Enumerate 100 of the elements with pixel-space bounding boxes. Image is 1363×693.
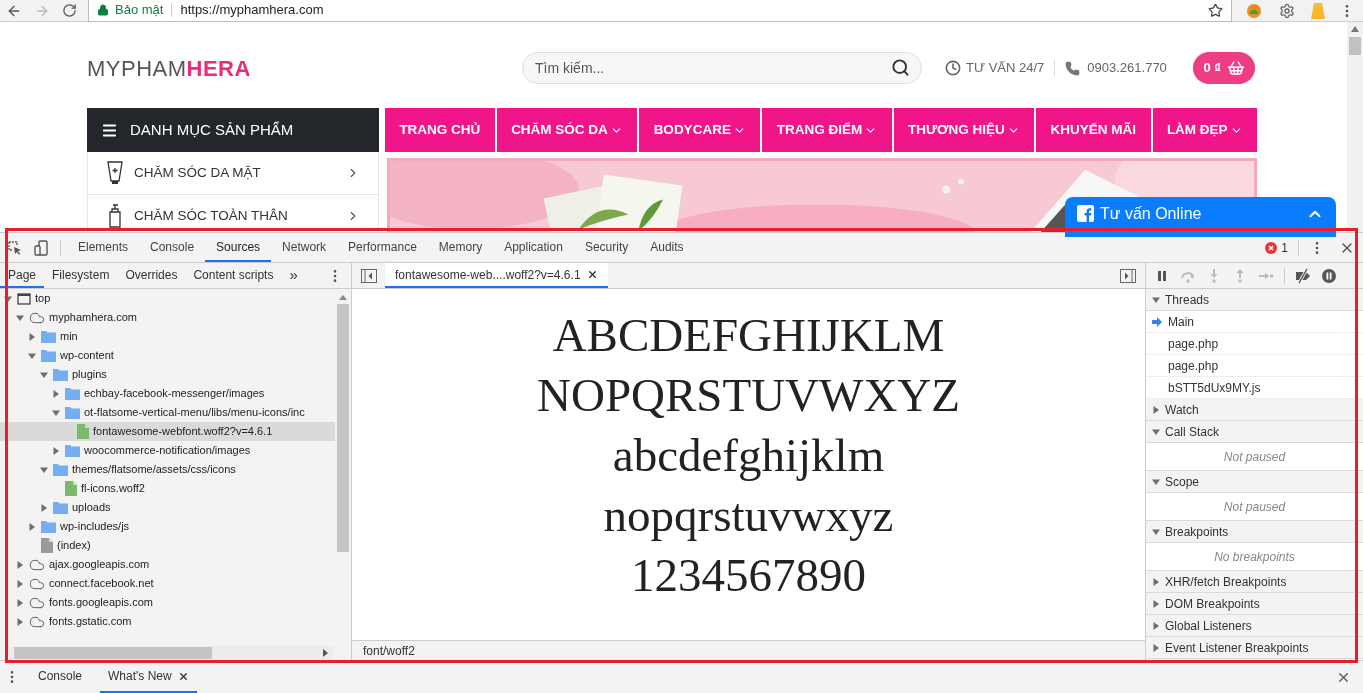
panel-tab[interactable]: Memory	[427, 233, 494, 262]
caret-icon[interactable]	[1152, 599, 1160, 608]
caret-icon[interactable]	[16, 560, 24, 569]
sidebar-toggle-icon[interactable]	[1120, 268, 1136, 283]
navigator-tab[interactable]: Filesystem	[44, 263, 118, 288]
tree-item[interactable]: woocommerce-notification/images	[0, 441, 335, 460]
tree-item[interactable]: uploads	[0, 498, 335, 517]
panel-tab[interactable]: Sources	[205, 233, 272, 262]
tree-item[interactable]: ot-flatsome-vertical-menu/libs/menu-icons/inc	[0, 403, 335, 422]
section-header[interactable]: Breakpoints	[1146, 521, 1363, 543]
section-header[interactable]: Event Listener Breakpoints	[1146, 637, 1363, 659]
tree-item[interactable]: plugins	[0, 365, 335, 384]
caret-icon[interactable]	[1152, 405, 1160, 414]
thread-item[interactable]: page.php	[1146, 355, 1363, 377]
caret-icon[interactable]	[28, 351, 36, 360]
section-header[interactable]: Threads	[1146, 289, 1363, 311]
close-icon[interactable]	[586, 269, 598, 280]
section-header[interactable]: Scope	[1146, 471, 1363, 493]
panel-tab[interactable]: Security	[573, 233, 640, 262]
device-icon[interactable]	[34, 239, 48, 256]
caret-icon[interactable]	[16, 617, 24, 626]
caret-icon[interactable]	[52, 389, 60, 398]
editor-tab[interactable]: fontawesome-web....woff2?v=4.6.1	[385, 263, 608, 288]
scrollbar-thumb[interactable]	[337, 304, 349, 552]
sidebar-toggle-icon[interactable]	[361, 268, 377, 283]
caret-icon[interactable]	[1152, 295, 1160, 304]
nav-item[interactable]: THƯƠNG HIỆU	[893, 108, 1035, 152]
scrollbar-thumb[interactable]	[1349, 37, 1361, 55]
section-header[interactable]: XHR/fetch Breakpoints	[1146, 571, 1363, 593]
category-item[interactable]: CHĂM SÓC DA MẶT	[88, 152, 378, 195]
drawer-tab[interactable]: What's New	[100, 661, 197, 693]
section-header[interactable]: Call Stack	[1146, 421, 1363, 443]
tree-item[interactable]: fonts.googleapis.com	[0, 593, 335, 612]
pause-exceptions-icon[interactable]	[1321, 267, 1337, 284]
cart-button[interactable]: 0 ₫	[1193, 52, 1255, 84]
nav-item[interactable]: TRANG ĐIỂM	[762, 108, 892, 152]
address-bar[interactable]: Bảo mật https://myphamhera.com	[88, 0, 1232, 22]
tree-item[interactable]: min	[0, 327, 335, 346]
panel-tab[interactable]: Network	[271, 233, 338, 262]
caret-icon[interactable]	[16, 313, 24, 322]
deactivate-breakpoints-icon[interactable]	[1295, 267, 1311, 284]
caret-icon[interactable]	[40, 465, 48, 474]
caret-icon[interactable]	[1152, 621, 1160, 630]
thread-item[interactable]: page.php	[1146, 333, 1363, 355]
section-header[interactable]: Global Listeners	[1146, 615, 1363, 637]
panel-tab[interactable]: Application	[493, 233, 574, 262]
star-icon[interactable]	[1208, 2, 1223, 18]
settings-icon[interactable]	[1279, 2, 1295, 19]
extension-icon[interactable]	[1246, 2, 1262, 19]
caret-icon[interactable]	[28, 332, 36, 341]
thread-item[interactable]: Main	[1146, 311, 1363, 333]
navigator-tab[interactable]: Page	[0, 263, 45, 288]
tree-item[interactable]: top	[0, 289, 335, 308]
tree-item[interactable]: myphamhera.com	[0, 308, 335, 327]
tree-item[interactable]: ajax.googleapis.com	[0, 555, 335, 574]
scroll-up-icon[interactable]	[1351, 26, 1359, 32]
caret-icon[interactable]	[28, 522, 36, 531]
caret-icon[interactable]	[1152, 427, 1160, 436]
caret-icon[interactable]	[16, 598, 24, 607]
chat-widget[interactable]: Tư vấn Online	[1065, 197, 1336, 237]
caret-icon[interactable]	[1152, 577, 1160, 586]
navigator-tab[interactable]: Overrides	[117, 263, 186, 288]
caret-icon[interactable]	[52, 446, 60, 455]
tree-item[interactable]: echbay-facebook-messenger/images	[0, 384, 335, 403]
nav-item[interactable]: BODYCARE	[639, 108, 761, 152]
tree-item[interactable]: fontawesome-webfont.woff2?v=4.6.1	[0, 422, 335, 441]
inspect-icon[interactable]	[8, 240, 22, 255]
nav-item[interactable]: LÀM ĐẸP	[1152, 108, 1257, 152]
caret-icon[interactable]	[52, 408, 60, 417]
tree-item[interactable]: wp-content	[0, 346, 335, 365]
caret-icon[interactable]	[1152, 643, 1160, 652]
more-tabs-button[interactable]: »	[281, 263, 306, 288]
tree-item[interactable]: fl-icons.woff2	[0, 479, 335, 498]
caret-icon[interactable]	[40, 370, 48, 379]
tree-item[interactable]: fonts.gstatic.com	[0, 612, 335, 631]
section-header[interactable]: Watch	[1146, 399, 1363, 421]
caret-icon[interactable]	[1152, 477, 1160, 486]
panel-tab[interactable]: Performance	[337, 233, 428, 262]
reload-icon[interactable]	[62, 3, 77, 18]
scrollbar-thumb[interactable]	[14, 646, 212, 659]
nav-item[interactable]: KHUYẾN MÃI	[1036, 108, 1151, 152]
panel-tab[interactable]: Console	[139, 233, 206, 262]
close-icon[interactable]	[177, 670, 189, 682]
tree-item[interactable]: (index)	[0, 536, 335, 555]
caret-icon[interactable]	[1152, 527, 1160, 536]
tree-item[interactable]: connect.facebook.net	[0, 574, 335, 593]
nav-item[interactable]: CHĂM SÓC DA	[496, 108, 638, 152]
search-icon[interactable]	[891, 58, 910, 77]
tree-item[interactable]: wp-includes/js	[0, 517, 335, 536]
tree-item[interactable]: themes/flatsome/assets/css/icons	[0, 460, 335, 479]
scroll-up-icon[interactable]	[339, 295, 347, 300]
panel-tab[interactable]: Elements	[67, 233, 140, 262]
caret-icon[interactable]	[40, 503, 48, 512]
caret-icon[interactable]	[16, 579, 24, 588]
navigator-tab[interactable]: Content scripts	[185, 263, 282, 288]
section-header[interactable]: DOM Breakpoints	[1146, 593, 1363, 615]
search-field[interactable]: Tìm kiếm...	[522, 52, 922, 84]
nav-item[interactable]: TRANG CHỦ	[385, 108, 495, 152]
drawer-tab[interactable]: Console	[30, 661, 91, 693]
panel-tab[interactable]: Audits	[639, 233, 695, 262]
